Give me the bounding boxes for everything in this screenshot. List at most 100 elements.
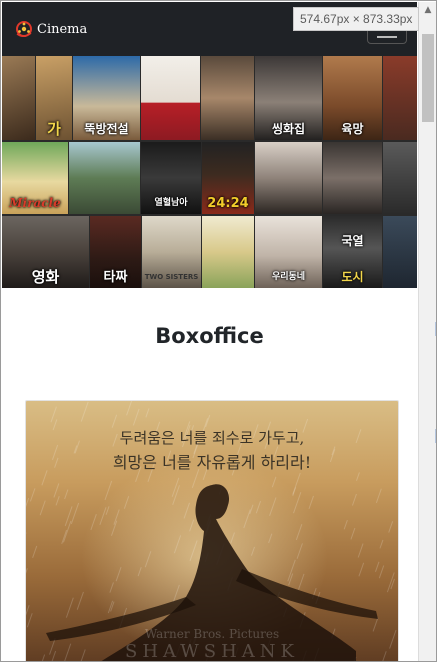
rain-streak: [243, 509, 251, 529]
rain-streak: [293, 492, 302, 514]
rain-streak: [80, 401, 89, 422]
movie-poster: 우리동네: [255, 216, 322, 288]
rain-streak: [356, 472, 360, 481]
rain-streak: [105, 506, 110, 515]
hero-poster-collage: 가 뚝방전설 씽화집 육망 Miracle 열혈남아 24:24 영화 타짜 T…: [2, 56, 417, 288]
rain-streak: [292, 487, 297, 496]
movie-poster: 씽화집: [255, 56, 322, 140]
rain-streak: [64, 489, 69, 500]
rain-streak: [111, 414, 118, 428]
rain-streak: [379, 539, 384, 549]
rain-streak: [268, 533, 273, 544]
movie-poster: 영화: [2, 216, 89, 288]
rain-streak: [126, 401, 133, 416]
rain-streak: [378, 565, 385, 579]
rain-streak: [26, 605, 30, 616]
rain-streak: [375, 488, 382, 504]
brand-name: Cinema: [37, 21, 88, 37]
rain-streak: [189, 540, 198, 562]
rain-streak: [350, 527, 356, 540]
rain-streak: [271, 476, 277, 488]
rain-streak: [115, 566, 122, 582]
movie-poster: 열혈남아: [141, 142, 201, 214]
viewport-size-badge: 574.67px × 873.33px: [293, 7, 420, 31]
movie-poster: 24:24: [202, 142, 254, 214]
rain-streak: [123, 496, 130, 509]
rain-streak: [145, 408, 150, 418]
rain-streak: [32, 545, 38, 559]
rain-streak: [375, 561, 380, 572]
rain-streak: [29, 488, 36, 502]
rain-streak: [288, 573, 294, 586]
rain-streak: [172, 485, 180, 505]
rain-streak: [39, 500, 46, 516]
movie-poster: [2, 56, 35, 140]
rain-streak: [249, 504, 254, 515]
rain-streak: [53, 483, 60, 498]
rain-streak: [351, 493, 357, 506]
rain-streak: [90, 514, 97, 531]
rain-streak: [144, 551, 152, 568]
movie-poster: 국열 도시: [323, 216, 382, 288]
rain-streak: [296, 543, 303, 559]
movie-poster: [141, 56, 200, 140]
rain-streak: [104, 480, 113, 501]
rain-streak: [173, 535, 182, 554]
movie-title-faint: SHAWSHANK: [124, 641, 300, 662]
browser-viewport: Cinema 가 뚝방전설 씽화집 육망 Miracle 열혈남아 24:24 …: [0, 0, 437, 662]
studio-credit: Warner Bros. Pictures: [144, 627, 280, 641]
rain-streak: [137, 567, 142, 577]
rain-streak: [172, 584, 180, 603]
rain-streak: [308, 495, 314, 510]
rain-streak: [109, 582, 114, 593]
page: Cinema 가 뚝방전설 씽화집 육망 Miracle 열혈남아 24:24 …: [2, 2, 417, 662]
movie-poster: [383, 216, 417, 288]
movie-poster: 육망: [323, 56, 382, 140]
rain-streak: [70, 502, 80, 525]
scroll-up-arrow-icon[interactable]: ▲: [419, 2, 436, 18]
movie-poster: [69, 142, 140, 214]
rain-streak: [26, 497, 30, 508]
movie-poster: 타짜: [90, 216, 141, 288]
section-heading: Boxoffice: [155, 324, 264, 348]
scrollbar-thumb[interactable]: [422, 34, 434, 122]
movie-poster: Miracle: [2, 142, 68, 214]
rain-streak: [255, 500, 262, 514]
movie-poster: [202, 216, 254, 288]
rain-streak: [132, 408, 140, 426]
movie-poster: 가: [36, 56, 72, 140]
rain-streak: [357, 543, 364, 558]
rain-streak: [62, 520, 72, 543]
tagline-line-1: 두려움은 너를 죄수로 가두고,: [119, 429, 305, 447]
movie-poster: TWO SISTERS: [142, 216, 201, 288]
rain-streak: [343, 519, 348, 530]
rain-streak: [55, 496, 60, 506]
movie-poster: [255, 142, 322, 214]
movie-poster: [201, 56, 254, 140]
rain-streak: [358, 562, 365, 577]
rain-streak: [388, 521, 394, 533]
rain-streak: [171, 477, 180, 497]
rain-streak: [250, 546, 255, 556]
rain-streak: [230, 532, 235, 544]
rain-streak: [295, 524, 303, 541]
rain-streak: [99, 507, 107, 526]
film-reel-icon: [16, 21, 32, 37]
movie-poster: [323, 142, 382, 214]
rain-streak: [183, 502, 190, 519]
rain-streak: [189, 519, 195, 532]
rain-streak: [65, 597, 74, 618]
featured-movie-poster[interactable]: 두려움은 너를 죄수로 가두고, 희망은 너를 자유롭게 하리라! Warner…: [25, 400, 399, 662]
rain-streak: [50, 406, 57, 423]
rain-streak: [26, 613, 33, 628]
rain-streak: [76, 591, 84, 610]
movie-poster: [383, 142, 417, 214]
tagline-line-2: 희망은 너를 자유롭게 하리라!: [112, 453, 312, 472]
movie-poster: 뚝방전설: [73, 56, 140, 140]
brand[interactable]: Cinema: [14, 19, 87, 39]
rain-streak: [26, 568, 28, 574]
rain-streak: [269, 497, 277, 517]
rain-streak: [298, 573, 305, 590]
movie-poster: [383, 56, 417, 140]
rain-streak: [64, 506, 73, 527]
